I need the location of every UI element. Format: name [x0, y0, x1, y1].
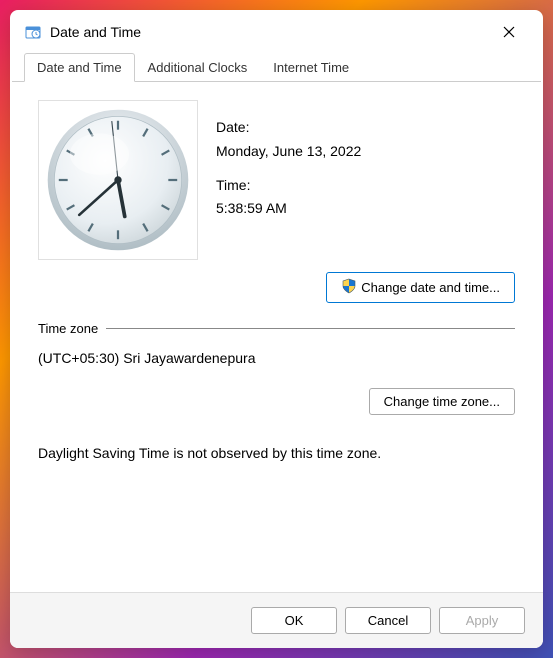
- clock-face-icon: [44, 106, 192, 254]
- timezone-section-header: Time zone: [38, 321, 515, 336]
- change-date-time-button[interactable]: Change date and time...: [326, 272, 515, 303]
- dialog-footer: OK Cancel Apply: [10, 592, 543, 648]
- date-time-window: Date and Time Date and Time Additional C…: [10, 10, 543, 648]
- window-title: Date and Time: [50, 24, 489, 40]
- tab-strip: Date and Time Additional Clocks Internet…: [12, 52, 541, 82]
- change-time-zone-button[interactable]: Change time zone...: [369, 388, 515, 415]
- datetime-control-icon: [24, 23, 42, 41]
- date-value: Monday, June 13, 2022: [216, 140, 361, 164]
- apply-button[interactable]: Apply: [439, 607, 525, 634]
- change-time-zone-label: Change time zone...: [384, 394, 500, 409]
- tab-additional-clocks[interactable]: Additional Clocks: [135, 53, 261, 82]
- timezone-value: (UTC+05:30) Sri Jayawardenepura: [38, 350, 515, 366]
- change-datetime-row: Change date and time...: [38, 272, 515, 303]
- uac-shield-icon: [341, 278, 357, 297]
- change-timezone-row: Change time zone...: [38, 388, 515, 415]
- timezone-section-label: Time zone: [38, 321, 98, 336]
- date-label: Date:: [216, 116, 361, 140]
- time-label: Time:: [216, 174, 361, 198]
- titlebar: Date and Time: [10, 10, 543, 52]
- close-icon: [503, 26, 515, 38]
- time-value: 5:38:59 AM: [216, 197, 361, 221]
- ok-button[interactable]: OK: [251, 607, 337, 634]
- datetime-text: Date: Monday, June 13, 2022 Time: 5:38:5…: [216, 100, 361, 260]
- datetime-row: Date: Monday, June 13, 2022 Time: 5:38:5…: [38, 100, 515, 260]
- tab-date-and-time[interactable]: Date and Time: [24, 53, 135, 82]
- dst-notice: Daylight Saving Time is not observed by …: [38, 445, 515, 461]
- tab-internet-time[interactable]: Internet Time: [260, 53, 362, 82]
- analog-clock: [38, 100, 198, 260]
- close-button[interactable]: [489, 18, 529, 46]
- divider: [106, 328, 515, 329]
- change-date-time-label: Change date and time...: [361, 280, 500, 295]
- tab-content: Date: Monday, June 13, 2022 Time: 5:38:5…: [10, 82, 543, 592]
- cancel-button[interactable]: Cancel: [345, 607, 431, 634]
